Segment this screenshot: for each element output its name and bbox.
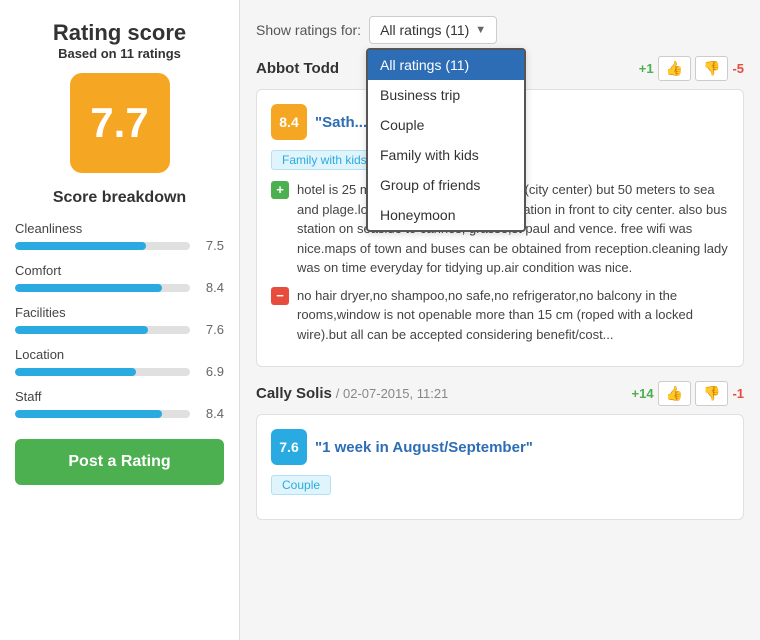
breakdown-bar-row: 8.4 bbox=[15, 280, 224, 295]
vote-plus: +1 bbox=[639, 61, 654, 76]
review-score-badge: 8.4 bbox=[271, 104, 307, 140]
breakdown-bar-bg bbox=[15, 326, 190, 334]
based-on-text: Based on 11 ratings bbox=[15, 46, 224, 61]
post-rating-button[interactable]: Post a Rating bbox=[15, 439, 224, 485]
traveler-type-tag: Family with kids bbox=[271, 150, 378, 170]
vote-minus: -1 bbox=[732, 386, 744, 401]
breakdown-bar-fill bbox=[15, 242, 146, 250]
breakdown-label: Comfort bbox=[15, 263, 224, 278]
vote-plus: +14 bbox=[632, 386, 654, 401]
positive-icon: + bbox=[271, 181, 289, 199]
breakdown-bar-fill bbox=[15, 284, 162, 292]
breakdown-value: 8.4 bbox=[196, 280, 224, 295]
breakdown-label: Location bbox=[15, 347, 224, 362]
vote-row: +14 👍 👎 -1 bbox=[632, 381, 745, 406]
breakdown-value: 7.5 bbox=[196, 238, 224, 253]
breakdown-bar-fill bbox=[15, 410, 162, 418]
negative-review-item: − no hair dryer,no shampoo,no safe,no re… bbox=[271, 286, 729, 345]
thumb-down-button[interactable]: 👎 bbox=[695, 381, 728, 406]
negative-icon: − bbox=[271, 287, 289, 305]
breakdown-list: Cleanliness 7.5 Comfort 8.4 Facilities 7… bbox=[15, 221, 224, 421]
breakdown-item: Facilities 7.6 bbox=[15, 305, 224, 337]
breakdown-bar-bg bbox=[15, 242, 190, 250]
breakdown-bar-row: 6.9 bbox=[15, 364, 224, 379]
dropdown-selected-label: All ratings (11) bbox=[380, 22, 469, 38]
breakdown-bar-row: 7.6 bbox=[15, 322, 224, 337]
vote-row: +1 👍 👎 -5 bbox=[639, 56, 744, 81]
breakdown-bar-row: 7.5 bbox=[15, 238, 224, 253]
breakdown-bar-fill bbox=[15, 368, 136, 376]
review-header: Cally Solis / 02-07-2015, 11:21 +14 👍 👎 … bbox=[256, 381, 744, 406]
breakdown-item: Location 6.9 bbox=[15, 347, 224, 379]
dropdown-option[interactable]: Business trip bbox=[368, 80, 524, 110]
dropdown-option[interactable]: Family with kids bbox=[368, 140, 524, 170]
breakdown-label: Staff bbox=[15, 389, 224, 404]
breakdown-bar-fill bbox=[15, 326, 148, 334]
breakdown-bar-bg bbox=[15, 284, 190, 292]
thumb-up-button[interactable]: 👍 bbox=[658, 56, 691, 81]
breakdown-bar-bg bbox=[15, 410, 190, 418]
review-title-row: 7.6 "1 week in August/September" bbox=[271, 429, 729, 465]
main-content: Show ratings for: All ratings (11) ▼ All… bbox=[240, 0, 760, 640]
thumb-up-button[interactable]: 👍 bbox=[658, 381, 691, 406]
sidebar: Rating score Based on 11 ratings 7.7 Sco… bbox=[0, 0, 240, 640]
ratings-dropdown-button[interactable]: All ratings (11) ▼ bbox=[369, 16, 497, 44]
reviewer-name: Abbot Todd bbox=[256, 60, 339, 77]
breakdown-title: Score breakdown bbox=[15, 189, 224, 207]
thumb-down-button[interactable]: 👎 bbox=[695, 56, 728, 81]
breakdown-label: Cleanliness bbox=[15, 221, 224, 236]
dropdown-option[interactable]: Couple bbox=[368, 110, 524, 140]
review-wrapper: Cally Solis / 02-07-2015, 11:21 +14 👍 👎 … bbox=[256, 381, 744, 520]
breakdown-value: 8.4 bbox=[196, 406, 224, 421]
tag-row: Couple bbox=[271, 475, 729, 495]
review-score-badge: 7.6 bbox=[271, 429, 307, 465]
score-badge: 7.7 bbox=[70, 73, 170, 173]
score-number: 7.7 bbox=[90, 99, 148, 147]
dropdown-option[interactable]: Honeymoon bbox=[368, 200, 524, 230]
breakdown-bar-row: 8.4 bbox=[15, 406, 224, 421]
traveler-type-tag: Couple bbox=[271, 475, 331, 495]
breakdown-item: Cleanliness 7.5 bbox=[15, 221, 224, 253]
breakdown-value: 6.9 bbox=[196, 364, 224, 379]
review-card: 7.6 "1 week in August/September" Couple bbox=[256, 414, 744, 520]
breakdown-value: 7.6 bbox=[196, 322, 224, 337]
review-title: "Sath... bbox=[315, 114, 367, 131]
ratings-dropdown-menu: All ratings (11)Business tripCoupleFamil… bbox=[366, 48, 526, 232]
vote-minus: -5 bbox=[732, 61, 744, 76]
negative-text: no hair dryer,no shampoo,no safe,no refr… bbox=[297, 286, 729, 345]
reviewer-name: Cally Solis / 02-07-2015, 11:21 bbox=[256, 385, 448, 402]
rating-score-title: Rating score bbox=[15, 20, 224, 46]
show-ratings-row: Show ratings for: All ratings (11) ▼ All… bbox=[256, 16, 744, 44]
chevron-down-icon: ▼ bbox=[475, 24, 486, 36]
dropdown-option[interactable]: All ratings (11) bbox=[368, 50, 524, 80]
dropdown-option[interactable]: Group of friends bbox=[368, 170, 524, 200]
show-ratings-label: Show ratings for: bbox=[256, 22, 361, 38]
breakdown-label: Facilities bbox=[15, 305, 224, 320]
breakdown-bar-bg bbox=[15, 368, 190, 376]
breakdown-item: Staff 8.4 bbox=[15, 389, 224, 421]
review-title: "1 week in August/September" bbox=[315, 439, 533, 456]
breakdown-item: Comfort 8.4 bbox=[15, 263, 224, 295]
rating-count: 11 bbox=[120, 46, 134, 61]
